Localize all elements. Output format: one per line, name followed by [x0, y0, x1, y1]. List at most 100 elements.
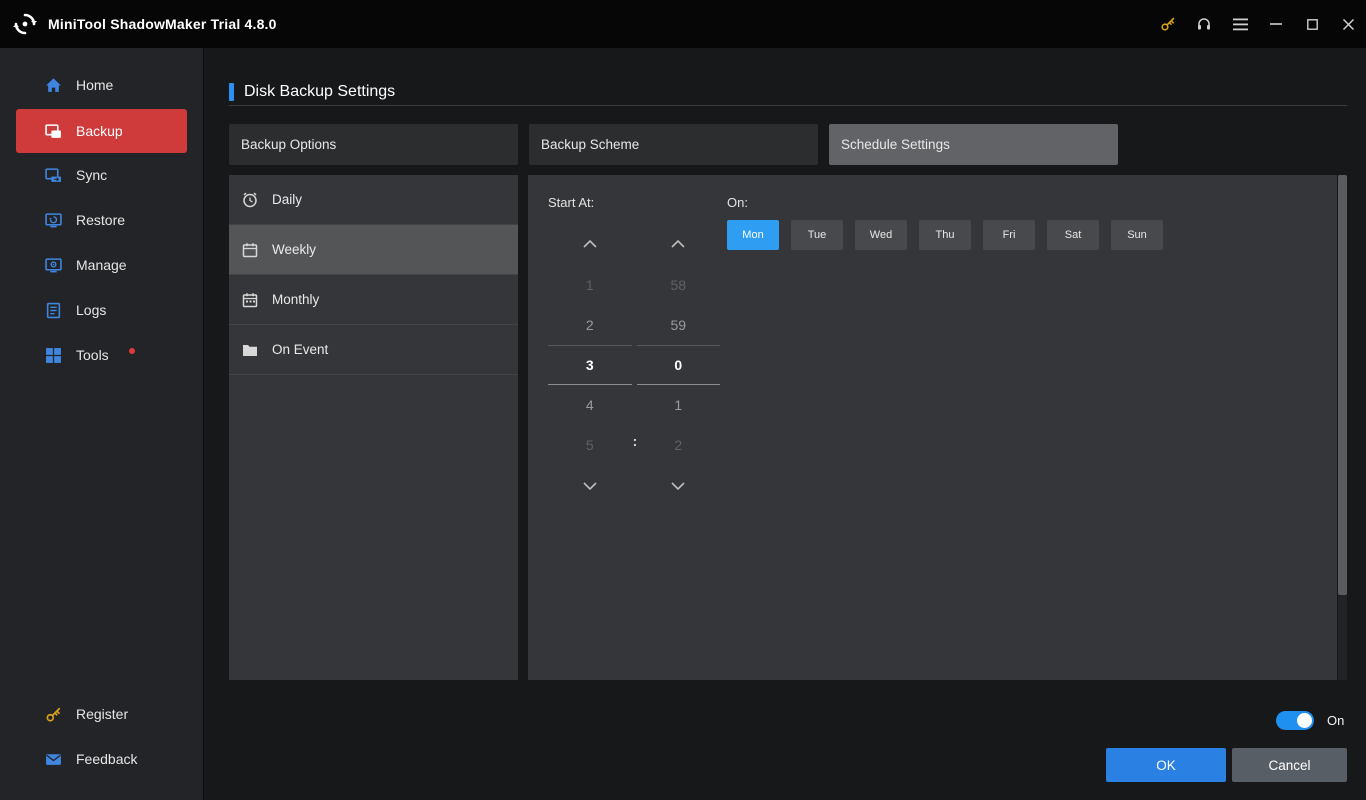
- folder-icon: [241, 341, 258, 358]
- sidebar-item-label: Backup: [76, 123, 123, 139]
- backup-icon: [44, 122, 62, 140]
- manage-icon: [44, 256, 62, 274]
- minimize-button[interactable]: [1258, 0, 1294, 48]
- hour-column: 1 2 3 4 5: [548, 223, 632, 507]
- day-button-tue[interactable]: Tue: [791, 220, 843, 250]
- accent-bar: [229, 83, 234, 101]
- ok-button[interactable]: OK: [1106, 748, 1226, 782]
- tab-schedule-settings[interactable]: Schedule Settings: [829, 124, 1118, 165]
- page-header: Disk Backup Settings: [229, 83, 395, 101]
- schedule-item-label: Weekly: [272, 242, 317, 257]
- tools-notification-dot: [128, 348, 135, 354]
- cancel-button[interactable]: Cancel: [1232, 748, 1347, 782]
- sidebar-item-feedback[interactable]: Feedback: [0, 737, 203, 781]
- day-button-wed[interactable]: Wed: [855, 220, 907, 250]
- minute-up-icon[interactable]: [637, 223, 721, 265]
- scrollbar-thumb[interactable]: [1338, 175, 1347, 595]
- day-button-sat[interactable]: Sat: [1047, 220, 1099, 250]
- sidebar-item-sync[interactable]: Sync: [0, 153, 203, 197]
- sidebar-item-backup[interactable]: Backup: [16, 109, 187, 153]
- minute-down-icon[interactable]: [637, 465, 721, 507]
- schedule-toggle-wrap[interactable]: On: [1276, 711, 1344, 730]
- sidebar-item-label: Home: [76, 77, 114, 93]
- app-title: MiniTool ShadowMaker Trial 4.8.0: [48, 16, 277, 32]
- register-key-icon: [44, 705, 62, 723]
- titlebar-left: MiniTool ShadowMaker Trial 4.8.0: [0, 11, 277, 37]
- day-button-sun[interactable]: Sun: [1111, 220, 1163, 250]
- calendar-month-icon: [241, 291, 258, 308]
- tab-backup-options[interactable]: Backup Options: [229, 124, 518, 165]
- minute-option-selected[interactable]: 0: [636, 345, 720, 385]
- titlebar-controls: [1150, 0, 1366, 48]
- time-colon: :: [632, 433, 638, 449]
- sidebar-item-manage[interactable]: Manage: [0, 243, 203, 287]
- day-button-thu[interactable]: Thu: [919, 220, 971, 250]
- hour-option[interactable]: 4: [548, 385, 632, 425]
- tab-backup-scheme[interactable]: Backup Scheme: [529, 124, 818, 165]
- settings-tabs: Backup Options Backup Scheme Schedule Se…: [229, 124, 1118, 165]
- sync-icon: [44, 166, 62, 184]
- sidebar-item-logs[interactable]: Logs: [0, 288, 203, 332]
- support-headset-icon[interactable]: [1186, 0, 1222, 48]
- hour-option[interactable]: 5: [548, 425, 632, 465]
- minute-option[interactable]: 1: [637, 385, 721, 425]
- hour-option[interactable]: 2: [548, 305, 632, 345]
- schedule-item-monthly[interactable]: Monthly: [229, 275, 518, 325]
- toggle-state-label: On: [1327, 713, 1345, 728]
- schedule-type-list: Daily Weekly Monthly On Event: [229, 175, 518, 680]
- schedule-toggle[interactable]: [1276, 711, 1314, 730]
- hour-option-selected[interactable]: 3: [548, 345, 632, 385]
- logs-icon: [44, 301, 62, 319]
- day-button-mon[interactable]: Mon: [727, 220, 779, 250]
- on-label: On:: [727, 195, 748, 210]
- minute-column: 58 59 0 1 2: [636, 223, 721, 507]
- hour-up-icon[interactable]: [548, 223, 632, 265]
- sidebar: Home Backup Sync Restore Manage Logs Too…: [0, 48, 204, 800]
- minute-option[interactable]: 2: [637, 425, 721, 465]
- calendar-week-icon: [241, 241, 258, 258]
- weekly-schedule-panel: Start At: On: 1 2 3 4 5 58 59 0 1 2: Mo…: [528, 175, 1337, 680]
- time-picker: 1 2 3 4 5 58 59 0 1 2:: [548, 223, 720, 507]
- day-of-week-buttons: Mon Tue Wed Thu Fri Sat Sun: [727, 220, 1163, 250]
- menu-icon[interactable]: [1222, 0, 1258, 48]
- sidebar-item-label: Sync: [76, 167, 108, 183]
- home-icon: [44, 76, 62, 94]
- sidebar-item-label: Restore: [76, 212, 126, 228]
- minute-option[interactable]: 58: [637, 265, 721, 305]
- schedule-item-label: Monthly: [272, 292, 320, 307]
- sidebar-item-restore[interactable]: Restore: [0, 198, 203, 242]
- sidebar-item-tools[interactable]: Tools: [0, 333, 203, 377]
- schedule-item-label: On Event: [272, 342, 329, 357]
- feedback-envelope-icon: [44, 750, 62, 768]
- sidebar-item-register[interactable]: Register: [0, 692, 203, 736]
- main-content: Disk Backup Settings Backup Options Back…: [204, 48, 1366, 800]
- sidebar-item-label: Tools: [76, 347, 109, 363]
- license-key-icon[interactable]: [1150, 0, 1186, 48]
- minute-option[interactable]: 59: [637, 305, 721, 345]
- toggle-knob: [1297, 713, 1312, 728]
- sidebar-item-label: Feedback: [76, 751, 138, 767]
- schedule-item-on-event[interactable]: On Event: [229, 325, 518, 375]
- restore-icon: [44, 211, 62, 229]
- schedule-item-daily[interactable]: Daily: [229, 175, 518, 225]
- panel-scrollbar[interactable]: [1338, 175, 1347, 680]
- schedule-item-label: Daily: [272, 192, 303, 207]
- app-window: MiniTool ShadowMaker Trial 4.8.0 Home Ba…: [0, 0, 1366, 800]
- schedule-item-weekly[interactable]: Weekly: [229, 225, 518, 275]
- sidebar-item-label: Logs: [76, 302, 107, 318]
- start-at-label: Start At:: [548, 195, 595, 210]
- maximize-button[interactable]: [1294, 0, 1330, 48]
- hour-down-icon[interactable]: [548, 465, 632, 507]
- hour-option[interactable]: 1: [548, 265, 632, 305]
- titlebar: MiniTool ShadowMaker Trial 4.8.0: [0, 0, 1366, 48]
- clock-icon: [241, 191, 258, 208]
- sidebar-item-label: Register: [76, 706, 129, 722]
- close-button[interactable]: [1330, 0, 1366, 48]
- app-logo-icon: [12, 11, 38, 37]
- day-button-fri[interactable]: Fri: [983, 220, 1035, 250]
- sidebar-item-home[interactable]: Home: [0, 63, 203, 107]
- sidebar-item-label: Manage: [76, 257, 127, 273]
- page-title: Disk Backup Settings: [244, 83, 396, 100]
- header-divider: [229, 105, 1347, 106]
- tools-icon: [44, 346, 62, 364]
